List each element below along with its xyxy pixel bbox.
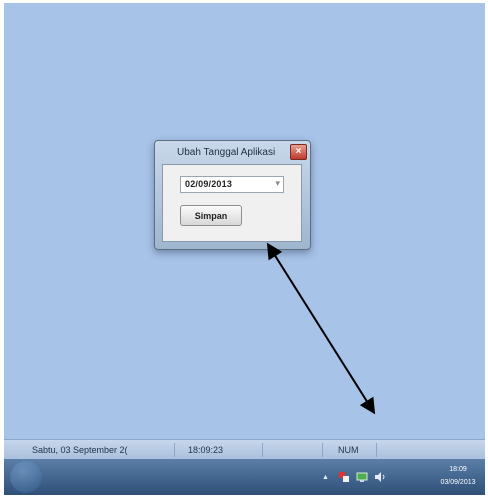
arrow-line xyxy=(266,242,376,415)
double-arrow-annotation xyxy=(266,242,376,415)
desktop: Ubah Tanggal Aplikasi × 02/09/2013 ▾ Sim… xyxy=(4,3,485,495)
